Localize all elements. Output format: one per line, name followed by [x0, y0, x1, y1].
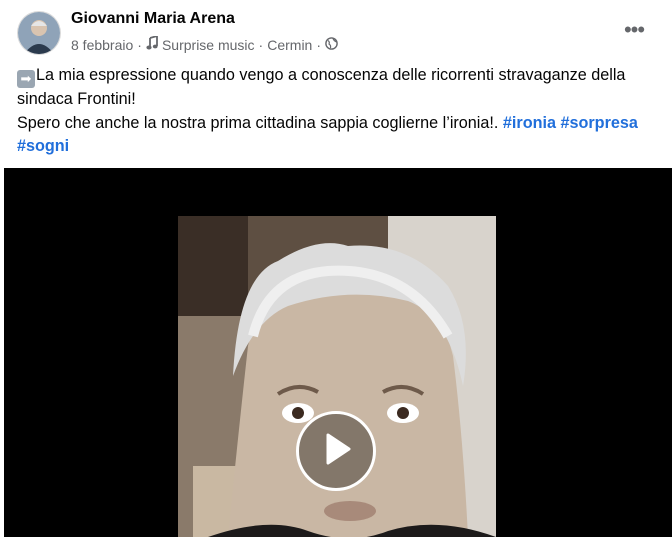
meta-separator: ·	[316, 36, 322, 53]
location-label[interactable]: Cermin	[267, 37, 312, 53]
facebook-post: Giovanni Maria Arena 8 febbraio · Surpri…	[0, 0, 672, 537]
hashtag-sogni[interactable]: #sogni	[17, 137, 69, 155]
more-options-button[interactable]: •••	[620, 17, 648, 42]
post-date[interactable]: 8 febbraio	[71, 37, 133, 53]
meta-separator: ·	[258, 36, 264, 53]
post-text: ➡ La mia espressione quando vengo a conos…	[17, 64, 662, 159]
author-avatar[interactable]	[18, 12, 60, 54]
hashtag-ironia[interactable]: #ironia	[503, 114, 556, 132]
music-label[interactable]: Surprise music	[162, 37, 255, 53]
right-arrow-emoji-icon: ➡	[17, 70, 35, 88]
hashtag-sorpresa[interactable]: #sorpresa	[560, 114, 637, 132]
play-icon	[319, 431, 353, 472]
meta-separator: ·	[137, 36, 142, 53]
post-text-line1: ➡ La mia espressione quando vengo a conos…	[17, 64, 662, 112]
author-name[interactable]: Giovanni Maria Arena	[71, 10, 235, 28]
play-button[interactable]	[296, 411, 376, 491]
globe-icon[interactable]	[325, 36, 338, 53]
post-text-line2: Spero che anche la nostra prima cittadin…	[17, 112, 662, 159]
post-text-line1-content: La mia espressione quando vengo a conosc…	[17, 66, 626, 108]
post-text-line2-content: Spero che anche la nostra prima cittadin…	[17, 113, 499, 132]
post-meta: 8 febbraio · Surprise music · Cermin ·	[71, 34, 338, 53]
music-note-icon	[146, 34, 158, 53]
